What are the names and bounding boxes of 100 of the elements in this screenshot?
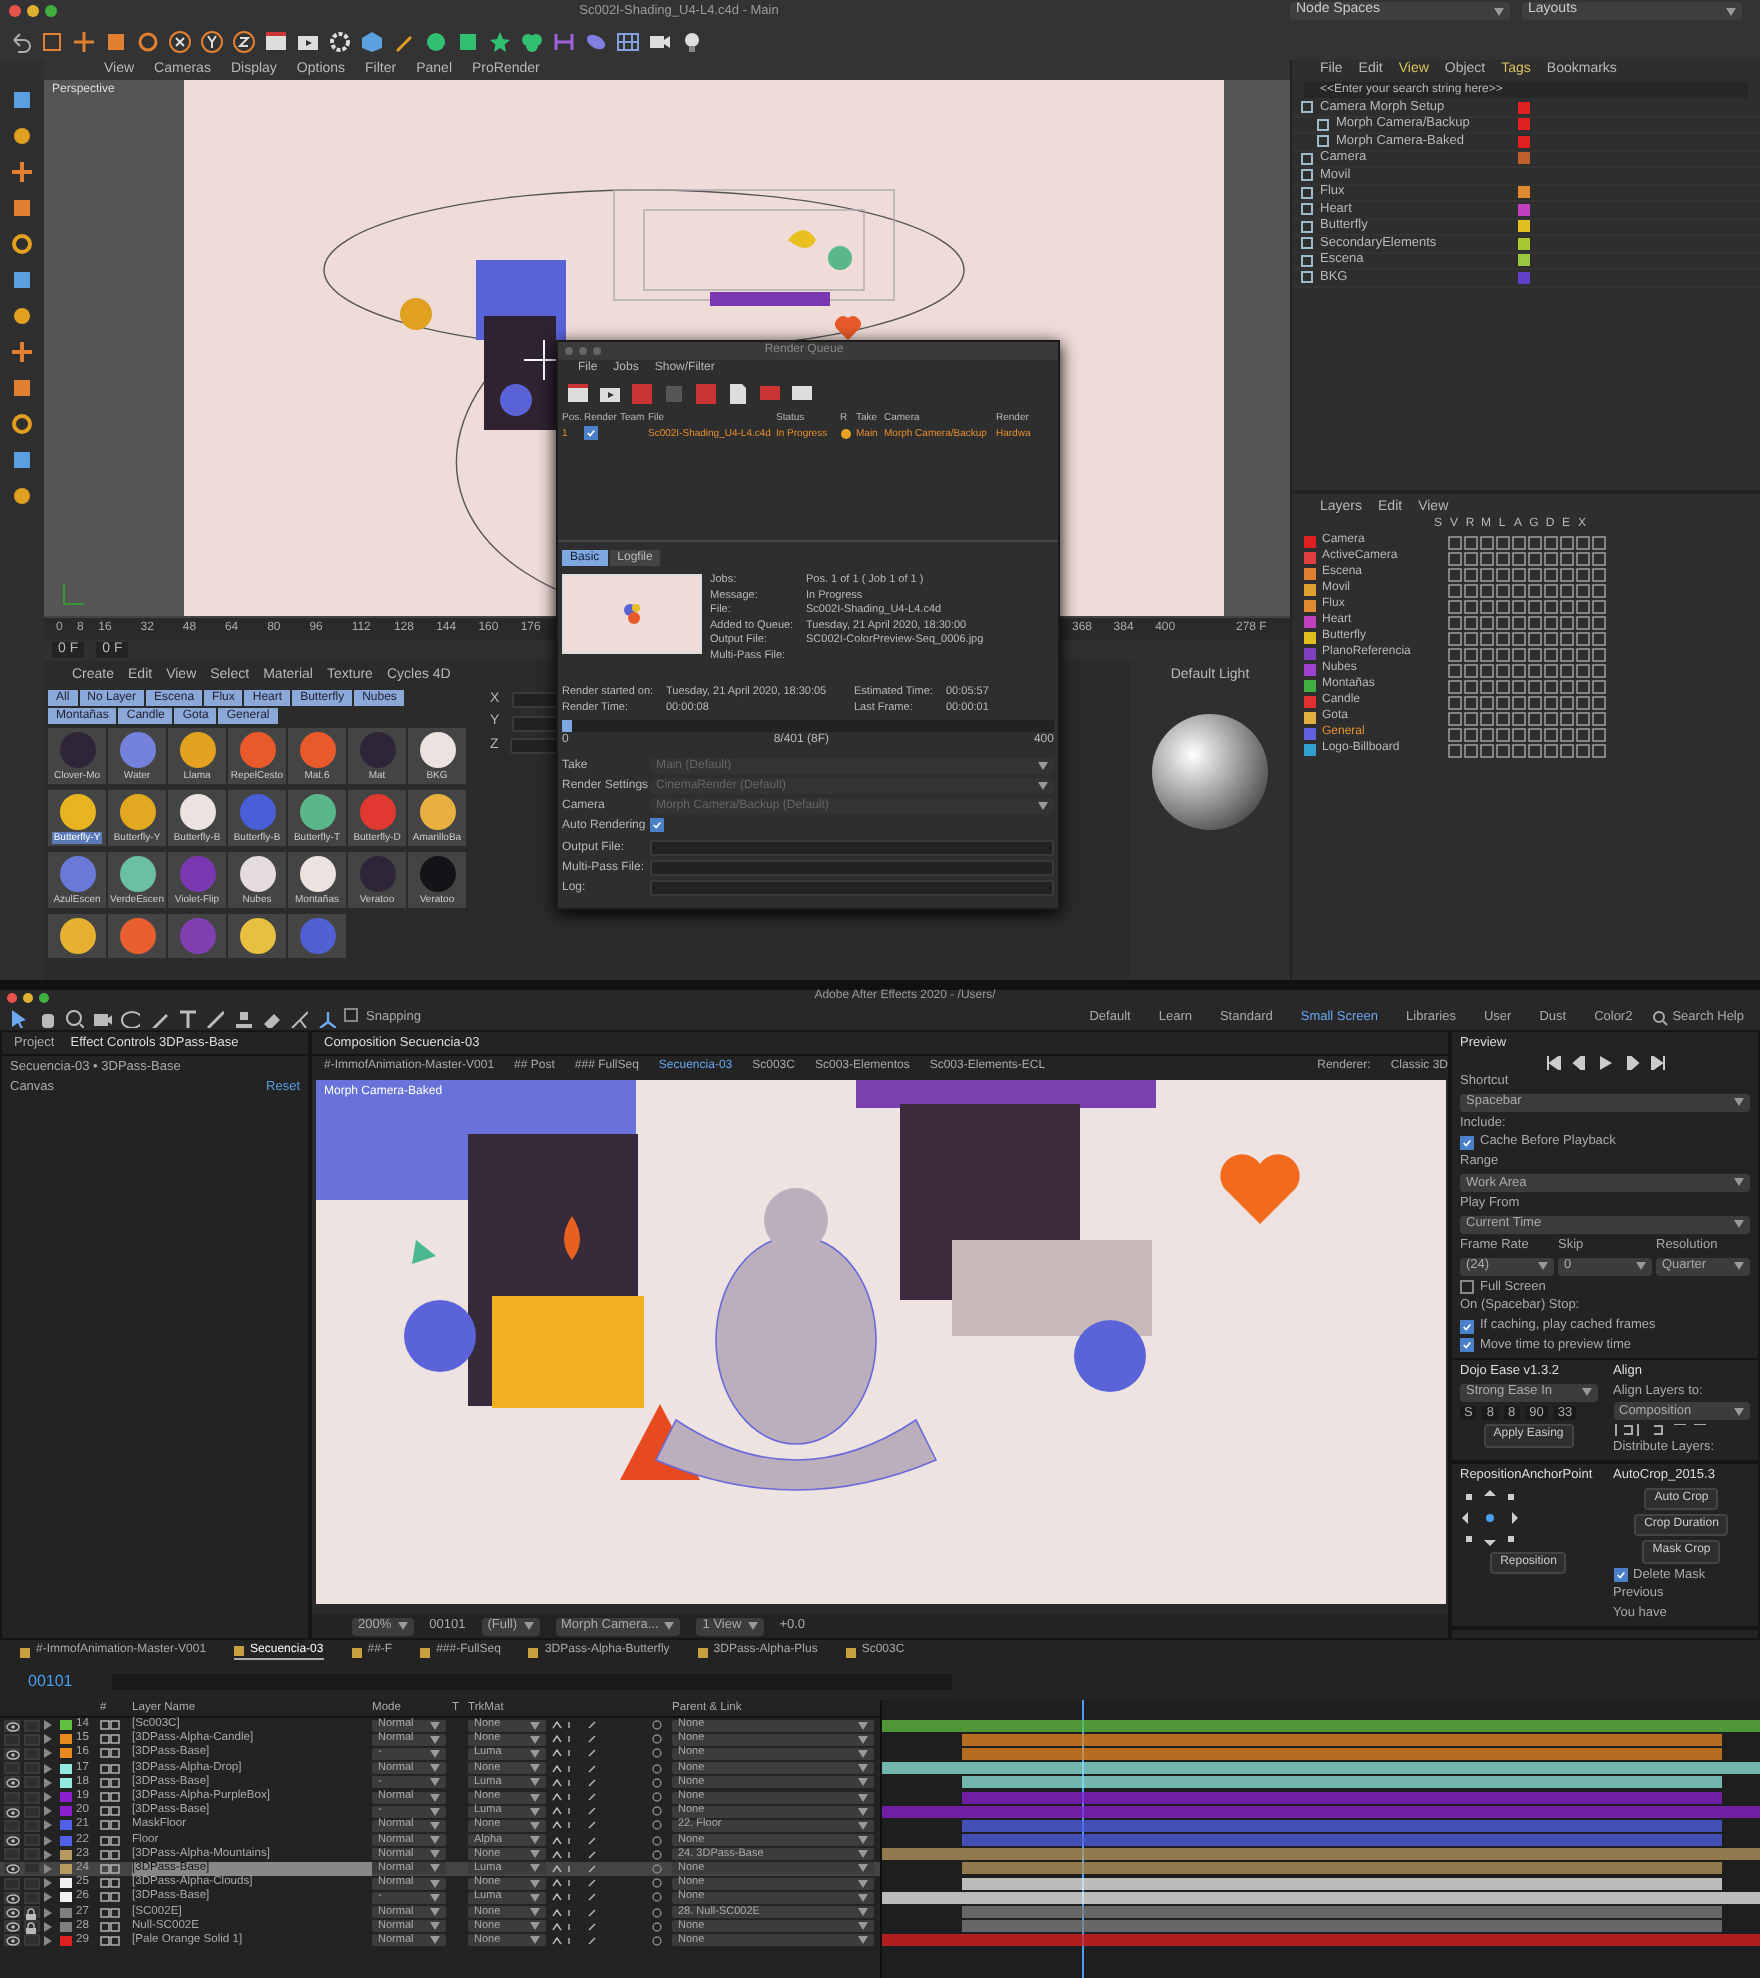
gear-icon[interactable] <box>328 29 352 53</box>
label-color[interactable] <box>60 1763 72 1774</box>
monitor-icon[interactable] <box>790 382 814 406</box>
camera-icon[interactable] <box>92 1008 112 1028</box>
checkbox[interactable] <box>1460 1338 1474 1353</box>
visibility-toggle[interactable] <box>4 1747 20 1760</box>
document-icon[interactable] <box>726 382 750 406</box>
label-color[interactable] <box>60 1806 72 1817</box>
play-icon[interactable] <box>1597 1055 1613 1070</box>
cube-icon[interactable] <box>9 268 35 294</box>
square-icon[interactable] <box>9 376 35 402</box>
x-axis-icon[interactable] <box>168 29 192 53</box>
visibility-toggle[interactable] <box>4 1848 20 1861</box>
lock-toggle[interactable] <box>24 1848 40 1861</box>
bracket-icon[interactable] <box>552 29 576 53</box>
cross-icon[interactable] <box>9 160 35 186</box>
label-color[interactable] <box>60 1835 72 1846</box>
path-field[interactable] <box>650 840 1054 857</box>
layer-toggles-icon[interactable] <box>1448 535 1608 549</box>
checkbox[interactable] <box>1460 1135 1474 1150</box>
layer-duration-bar[interactable] <box>882 1848 1760 1861</box>
ring-icon[interactable] <box>9 232 35 258</box>
lock-toggle[interactable] <box>24 1862 40 1875</box>
label-color[interactable] <box>60 1878 72 1889</box>
clapper-icon[interactable] <box>598 382 622 406</box>
cube-icon[interactable] <box>9 88 35 114</box>
step-back-icon[interactable] <box>1571 1055 1587 1070</box>
visibility-toggle[interactable] <box>4 1733 20 1746</box>
step-forward-icon[interactable] <box>1623 1055 1639 1070</box>
label-color[interactable] <box>60 1892 72 1903</box>
label-color[interactable] <box>60 1777 72 1788</box>
checkbox[interactable] <box>650 818 664 833</box>
pointer-icon[interactable] <box>8 1008 28 1028</box>
label-color[interactable] <box>60 1720 72 1731</box>
visibility-toggle[interactable] <box>4 1877 20 1890</box>
z-axis-icon[interactable] <box>232 29 256 53</box>
type-icon[interactable] <box>176 1008 196 1028</box>
square-icon[interactable] <box>9 196 35 222</box>
material-swatch[interactable] <box>168 914 226 958</box>
layer-duration-bar[interactable] <box>962 1862 1722 1875</box>
cluster-icon[interactable] <box>520 29 544 53</box>
layer-toggles-icon[interactable] <box>1448 663 1608 677</box>
layer-toggles-icon[interactable] <box>1448 615 1608 629</box>
time-indicator[interactable] <box>1082 1700 1084 1978</box>
layer-toggles-icon[interactable] <box>1448 711 1608 725</box>
circle-icon[interactable] <box>9 124 35 150</box>
visibility-toggle[interactable] <box>4 1805 20 1818</box>
rotate-icon[interactable] <box>136 29 160 53</box>
cube-icon[interactable] <box>360 29 384 53</box>
layer-toggles-icon[interactable] <box>1448 599 1608 613</box>
lock-toggle[interactable] <box>24 1906 40 1919</box>
anchor-grid-icon[interactable] <box>1460 1487 1520 1548</box>
layer-toggles-icon[interactable] <box>1448 695 1608 709</box>
visibility-toggle[interactable] <box>4 1920 20 1933</box>
star-icon[interactable] <box>488 29 512 53</box>
visibility-toggle[interactable] <box>4 1719 20 1732</box>
clapper-icon[interactable] <box>566 382 590 406</box>
label-color[interactable] <box>60 1748 72 1759</box>
current-time[interactable]: 00101 <box>28 1672 73 1692</box>
cross-icon[interactable] <box>9 340 35 366</box>
record-icon[interactable] <box>630 382 654 406</box>
move-icon[interactable] <box>72 29 96 53</box>
visibility-toggle[interactable] <box>4 1762 20 1775</box>
layer-duration-bar[interactable] <box>962 1877 1722 1890</box>
label-color[interactable] <box>60 1863 72 1874</box>
lock-toggle[interactable] <box>24 1934 40 1947</box>
path-field[interactable] <box>650 860 1054 877</box>
visibility-toggle[interactable] <box>4 1906 20 1919</box>
label-color[interactable] <box>60 1935 72 1946</box>
visibility-toggle[interactable] <box>4 1819 20 1832</box>
visibility-toggle[interactable] <box>4 1791 20 1804</box>
layer-duration-bar[interactable] <box>962 1776 1722 1789</box>
material-swatch[interactable] <box>108 914 166 958</box>
visibility-toggle[interactable] <box>4 1862 20 1875</box>
checkbox[interactable] <box>1460 1279 1474 1294</box>
layer-toggles-icon[interactable] <box>1448 631 1608 645</box>
hand-icon[interactable] <box>36 1008 56 1028</box>
visibility-toggle[interactable] <box>4 1776 20 1789</box>
circle-icon[interactable] <box>9 304 35 330</box>
label-color[interactable] <box>60 1907 72 1918</box>
search-icon[interactable] <box>64 1008 84 1028</box>
path-field[interactable] <box>650 880 1054 897</box>
grid-icon[interactable] <box>616 29 640 53</box>
lock-toggle[interactable] <box>24 1920 40 1933</box>
ring-icon[interactable] <box>9 412 35 438</box>
layer-toggles-icon[interactable] <box>1448 551 1608 565</box>
lock-toggle[interactable] <box>24 1719 40 1732</box>
brush-icon[interactable] <box>204 1008 224 1028</box>
layer-duration-bar[interactable] <box>962 1733 1722 1746</box>
circle-icon[interactable] <box>9 484 35 510</box>
checkbox[interactable] <box>584 426 598 440</box>
skip-back-icon[interactable] <box>1545 1055 1561 1070</box>
stamp-icon[interactable] <box>232 1008 252 1028</box>
capsule-icon[interactable] <box>584 29 608 53</box>
label-color[interactable] <box>60 1792 72 1803</box>
material-swatch[interactable] <box>48 914 106 958</box>
layer-toggles-icon[interactable] <box>1448 583 1608 597</box>
lock-toggle[interactable] <box>24 1877 40 1890</box>
cube-icon[interactable] <box>9 448 35 474</box>
y-axis-icon[interactable] <box>200 29 224 53</box>
